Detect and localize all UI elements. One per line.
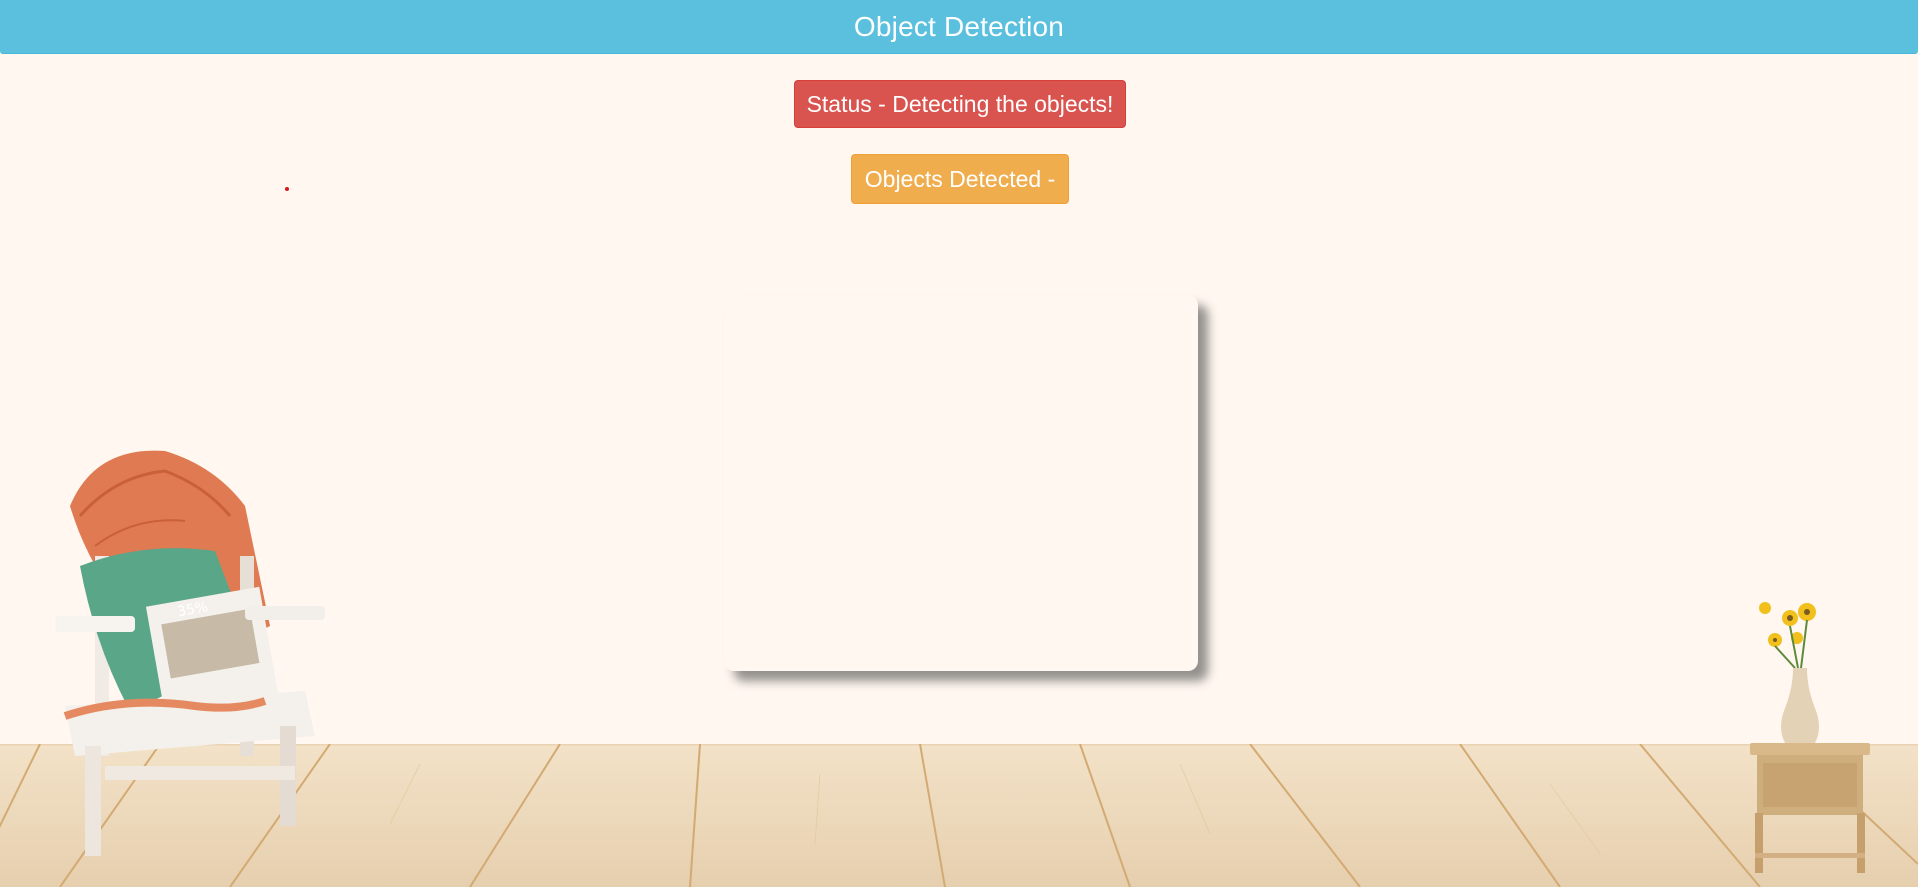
objects-detected-button[interactable]: Objects Detected - <box>851 154 1069 204</box>
detection-marker-dot <box>285 187 289 191</box>
side-table-vase-decoration <box>1750 602 1870 873</box>
top-navbar: Object Detection <box>0 0 1918 54</box>
status-button[interactable]: Status - Detecting the objects! <box>794 80 1126 128</box>
chair-decoration: 35% <box>55 450 325 856</box>
page-title: Object Detection <box>853 10 1065 42</box>
video-canvas <box>724 295 1198 671</box>
